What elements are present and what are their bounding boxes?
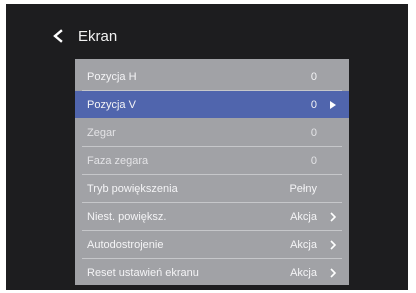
menu-item-pozycja-v[interactable]: Pozycja V 0	[75, 91, 349, 118]
menu-item-label: Faza zegara	[87, 154, 149, 167]
menu-item-niest-powieksz[interactable]: Niest. powiększ. Akcja	[75, 203, 349, 230]
chevron-right-icon	[327, 211, 339, 223]
menu-item-value: 0	[310, 126, 317, 139]
chevron-right-icon	[327, 267, 339, 279]
menu-item-label: Pozycja V	[87, 98, 136, 111]
menu-item-pozycja-h[interactable]: Pozycja H 0	[75, 63, 349, 90]
menu-item-value: 0	[310, 98, 317, 111]
menu-item-reset-ustawien-ekranu[interactable]: Reset ustawień ekranu Akcja	[75, 259, 349, 286]
menu-item-faza-zegara[interactable]: Faza zegara 0	[75, 147, 349, 174]
osd-screen: Ekran Pozycja H 0 Pozycja V 0 Zegar 0 Fa…	[6, 4, 408, 290]
menu-item-value: 0	[310, 70, 317, 83]
menu-item-label: Autodostrojenie	[87, 238, 164, 251]
page-title: Ekran	[78, 27, 118, 45]
menu-item-value: Akcja	[290, 238, 317, 251]
menu-item-label: Pozycja H	[87, 70, 137, 83]
settings-menu: Pozycja H 0 Pozycja V 0 Zegar 0 Faza zeg…	[75, 59, 349, 285]
menu-item-label: Reset ustawień ekranu	[87, 266, 199, 279]
menu-item-label: Tryb powiększenia	[87, 182, 178, 195]
menu-item-value: Akcja	[290, 266, 317, 279]
chevron-right-icon	[327, 239, 339, 251]
menu-header: Ekran	[46, 24, 117, 48]
menu-item-value: Akcja	[290, 210, 317, 223]
menu-item-autodostrojenie[interactable]: Autodostrojenie Akcja	[75, 231, 349, 258]
menu-item-zegar[interactable]: Zegar 0	[75, 119, 349, 146]
menu-item-value: Pełny	[289, 182, 317, 195]
play-arrow-icon	[327, 99, 339, 111]
menu-item-label: Zegar	[87, 126, 116, 139]
menu-item-value: 0	[310, 154, 317, 167]
chevron-left-icon[interactable]	[46, 24, 70, 48]
menu-item-label: Niest. powiększ.	[87, 210, 167, 223]
menu-item-tryb-powiekszenia[interactable]: Tryb powiększenia Pełny	[75, 175, 349, 202]
